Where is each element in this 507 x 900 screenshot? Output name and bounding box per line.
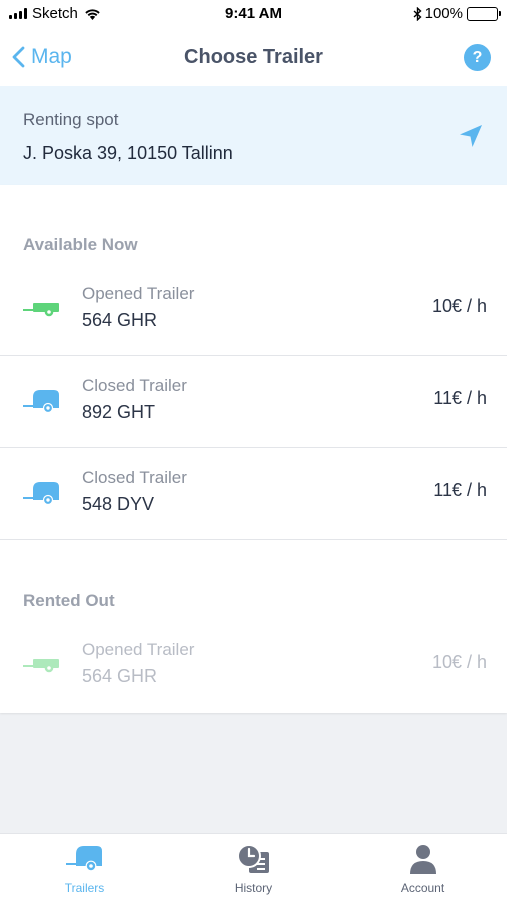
closed-trailer-icon	[23, 388, 61, 419]
account-icon	[409, 844, 437, 879]
renting-spot-address: J. Poska 39, 10150 Tallinn	[23, 143, 233, 163]
trailer-plate: 564 GHR	[82, 666, 158, 686]
trailer-row[interactable]: Opened Trailer 564 GHR 10€ / h	[0, 264, 507, 356]
help-button[interactable]: ?	[464, 44, 491, 71]
tab-account[interactable]: Account	[338, 834, 507, 900]
help-icon: ?	[472, 48, 483, 66]
location-arrow-icon	[460, 125, 482, 147]
renting-spot-label: Renting spot	[23, 110, 119, 129]
trailer-price: 11€ / h	[433, 480, 487, 500]
trailer-plate: 548 DYV	[82, 494, 155, 514]
closed-trailer-icon	[23, 480, 61, 511]
trailer-row-rented: Opened Trailer 564 GHR 10€ / h	[0, 620, 507, 712]
status-right: 100%	[413, 5, 501, 22]
trailer-price: 11€ / h	[433, 388, 487, 408]
tab-label: History	[234, 881, 273, 895]
opened-trailer-icon	[23, 296, 61, 323]
trailer-tab-icon	[65, 844, 104, 877]
rented-section-title: Rented Out	[23, 591, 115, 610]
navigation-bar: Map Choose Trailer ?	[0, 28, 507, 86]
tab-label: Trailers	[64, 881, 105, 895]
trailer-price: 10€ / h	[431, 652, 487, 672]
battery-icon	[467, 6, 501, 21]
tab-history[interactable]: History	[169, 834, 338, 900]
trailer-row[interactable]: Closed Trailer 548 DYV 11€ / h	[0, 448, 507, 540]
page-title: Choose Trailer	[184, 46, 323, 68]
renting-spot: Renting spot J. Poska 39, 10150 Tallinn	[0, 86, 507, 185]
status-bar: Sketch 9:41 AM 100%	[0, 0, 507, 28]
battery-percent: 100%	[424, 5, 463, 22]
trailer-list: Available Now Opened Trailer 564 GHR 10€…	[0, 185, 507, 713]
trailer-type: Closed Trailer	[82, 468, 187, 487]
trailer-plate: 892 GHT	[82, 402, 156, 422]
history-icon	[236, 844, 271, 879]
trailer-price: 10€ / h	[431, 296, 487, 316]
bluetooth-icon	[413, 6, 422, 21]
trailer-type: Closed Trailer	[82, 376, 187, 395]
trailer-row[interactable]: Closed Trailer 892 GHT 11€ / h	[0, 356, 507, 448]
tab-label: Account	[400, 881, 445, 895]
opened-trailer-icon	[23, 652, 61, 679]
tab-bar: Trailers History Account	[0, 833, 507, 900]
tab-trailers[interactable]: Trailers	[0, 834, 169, 900]
trailer-type: Opened Trailer	[82, 640, 195, 659]
available-section-title: Available Now	[23, 235, 138, 254]
trailer-type: Opened Trailer	[82, 284, 195, 303]
trailer-plate: 564 GHR	[82, 310, 158, 330]
locate-button[interactable]	[459, 124, 483, 153]
